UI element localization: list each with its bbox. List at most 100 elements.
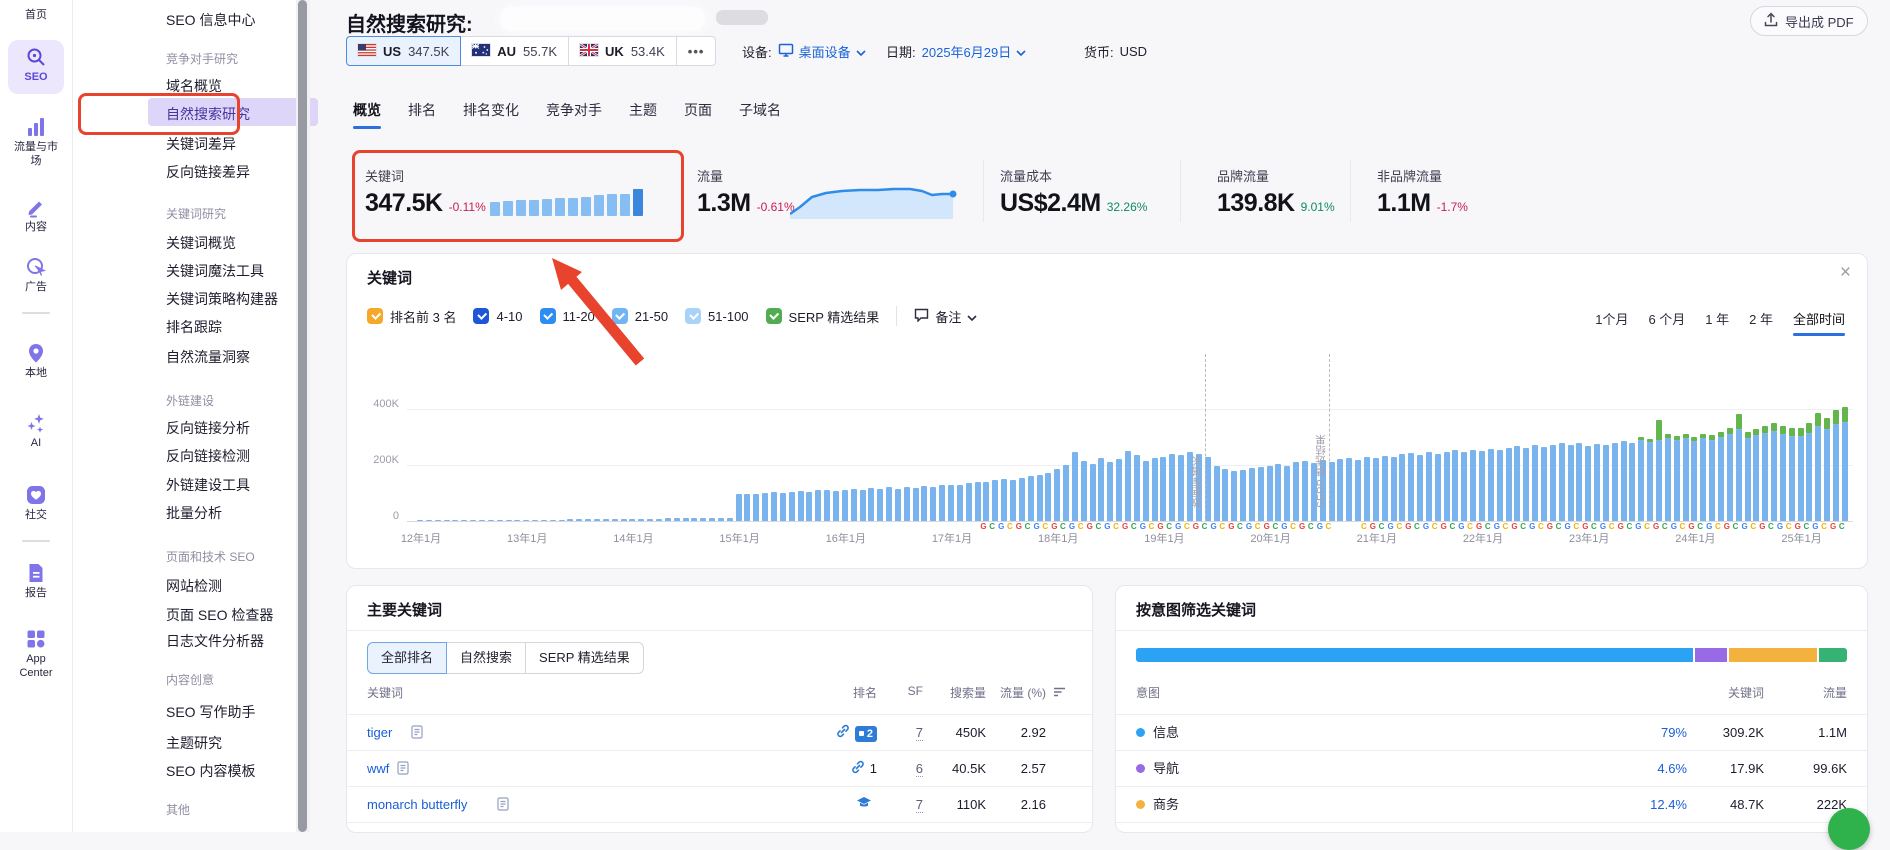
rail-item-content[interactable]: 内容 (0, 196, 72, 234)
metric-4: 非品牌流量1.1M-1.7% (1377, 150, 1468, 236)
menu-item[interactable]: 日志文件分析器 (166, 631, 264, 651)
menu-item[interactable]: 关键词概览 (166, 233, 236, 253)
tab-3[interactable]: 竞争对手 (546, 100, 602, 129)
more-databases-button[interactable]: ••• (676, 36, 717, 66)
tab-0[interactable]: 概览 (353, 100, 381, 129)
menu-item[interactable]: 关键词策略构建器 (166, 289, 278, 309)
filter-checkbox[interactable]: 4-10 (473, 308, 522, 324)
menu-item[interactable]: 关键词差异 (166, 134, 236, 154)
notes-dropdown[interactable]: 备注 (914, 307, 977, 326)
x-tick: 16年1月 (814, 530, 878, 546)
range-2 年[interactable]: 2 年 (1749, 309, 1773, 336)
rail-item-report[interactable]: 报告 (0, 562, 72, 600)
intent-percent-link[interactable]: 12.4% (1650, 787, 1687, 823)
db-tab-au[interactable]: AU55.7K (460, 36, 569, 66)
intent-bar-segment (1729, 648, 1816, 662)
serp-update-icon: G (1405, 522, 1411, 531)
serp-update-icon: C (1449, 522, 1455, 531)
segment-全部排名[interactable]: 全部排名 (367, 642, 447, 674)
menu-item-seo-dashboard[interactable]: SEO 信息中心 (166, 10, 255, 30)
menu-item[interactable]: 页面 SEO 检查器 (166, 605, 273, 625)
range-6 个月[interactable]: 6 个月 (1648, 309, 1685, 336)
range-1个月[interactable]: 1个月 (1595, 309, 1628, 336)
segment-自然搜索[interactable]: 自然搜索 (446, 642, 526, 674)
menu-item[interactable]: 外链建设工具 (166, 475, 250, 495)
menu-item[interactable]: 域名概览 (166, 76, 222, 96)
sf-value[interactable]: 6 (916, 761, 923, 777)
sf-value[interactable]: 7 (916, 797, 923, 813)
menu-item[interactable]: 排名跟踪 (166, 317, 222, 337)
filter-checkbox[interactable]: 21-50 (612, 308, 668, 324)
rail-item-ads[interactable]: 广告 (0, 256, 72, 294)
menu-item[interactable]: 批量分析 (166, 503, 222, 523)
menu-section-header: 竞争对手研究 (166, 50, 238, 67)
keyword-link[interactable]: monarch butterfly (367, 787, 467, 823)
rail-item-home[interactable]: 首页 (0, 6, 72, 22)
filter-checkbox[interactable]: 11-20 (540, 308, 595, 324)
rail-item-local[interactable]: 本地 (0, 342, 72, 380)
tab-4[interactable]: 主题 (629, 100, 657, 129)
tab-6[interactable]: 子域名 (739, 100, 781, 129)
chat-help-button[interactable] (1828, 808, 1870, 850)
menu-item[interactable]: SEO 内容模板 (166, 761, 255, 781)
range-1 年[interactable]: 1 年 (1705, 309, 1729, 336)
rail-item-ai[interactable]: AI (0, 412, 72, 450)
checkbox-icon (540, 308, 556, 324)
keyword-link[interactable]: tiger (367, 715, 392, 751)
x-tick: 19年1月 (1132, 530, 1196, 546)
rail-item-social[interactable]: 社交 (0, 484, 72, 522)
upload-icon (1764, 12, 1778, 30)
menu-section-header: 内容创意 (166, 671, 214, 688)
menu-item[interactable]: 关键词魔法工具 (166, 261, 264, 281)
intent-percent-link[interactable]: 79% (1661, 715, 1687, 751)
menu-item[interactable]: 反向链接分析 (166, 418, 250, 438)
menu-item[interactable]: 主题研究 (166, 733, 222, 753)
intent-percent-link[interactable]: 4.6% (1657, 751, 1687, 787)
db-tab-uk[interactable]: UK53.4K (568, 36, 677, 66)
serp-update-icon: G (1299, 522, 1305, 531)
menu-item[interactable]: 反向链接检测 (166, 446, 250, 466)
sf-value[interactable]: 7 (916, 725, 923, 741)
scrollbar-thumb[interactable] (298, 0, 307, 832)
x-tick: 14年1月 (601, 530, 665, 546)
intent-bar-segment (1136, 648, 1693, 662)
serp-update-icon: G (1759, 522, 1765, 531)
tab-2[interactable]: 排名变化 (463, 100, 519, 129)
menu-item[interactable]: 网站检测 (166, 576, 222, 596)
keyword-link[interactable]: wwf (367, 751, 389, 787)
menu-item[interactable]: 反向链接差异 (166, 162, 250, 182)
rail-item-seo[interactable]: SEO (0, 46, 72, 84)
serp-update-icon: G (1281, 522, 1287, 531)
segment-SERP 精选结果[interactable]: SERP 精选结果 (525, 642, 644, 674)
menu-item[interactable]: SEO 写作助手 (166, 702, 255, 722)
sort-icon[interactable] (1053, 686, 1066, 700)
serp-update-icon: G (980, 522, 986, 531)
rail-item-apps[interactable]: App Center (0, 628, 72, 680)
icon-rail: 首页 SEO 流量与市场内容广告本地 AI 社交报告 App Center (0, 0, 73, 832)
x-tick: 17年1月 (920, 530, 984, 546)
range-全部时间[interactable]: 全部时间 (1793, 309, 1845, 336)
export-pdf-button[interactable]: 导出成 PDF (1750, 6, 1868, 36)
menu-item[interactable]: 自然搜索研究 (166, 104, 250, 124)
tab-5[interactable]: 页面 (684, 100, 712, 129)
device-select[interactable]: 设备: 桌面设备 (742, 42, 866, 61)
serp-update-icon: C (1414, 522, 1420, 531)
serp-preview-icon[interactable] (397, 753, 409, 789)
serp-preview-icon[interactable] (411, 717, 423, 753)
date-select[interactable]: 日期: 2025年6月29日 (886, 42, 1026, 61)
db-tab-us[interactable]: US347.5K (346, 36, 461, 66)
serp-preview-icon[interactable] (497, 789, 509, 825)
filter-checkbox[interactable]: 51-100 (685, 308, 748, 324)
keywords-chart-panel: 关键词 × 排名前 3 名4-1011-2021-5051-100SERP 精选… (346, 253, 1868, 569)
serp-update-icon: C (1768, 522, 1774, 531)
rail-item-traffic[interactable]: 流量与市场 (0, 116, 72, 168)
annotation-label: 数据库增长 (1189, 358, 1204, 508)
checkbox-icon (367, 308, 383, 324)
serp-update-icon: C (1697, 522, 1703, 531)
metric-value: 347.5K (365, 190, 443, 216)
filter-checkbox[interactable]: 排名前 3 名 (367, 307, 456, 326)
tab-1[interactable]: 排名 (408, 100, 436, 129)
filter-checkbox[interactable]: SERP 精选结果 (766, 307, 880, 326)
close-icon[interactable]: × (1840, 262, 1851, 284)
menu-item[interactable]: 自然流量洞察 (166, 347, 250, 367)
